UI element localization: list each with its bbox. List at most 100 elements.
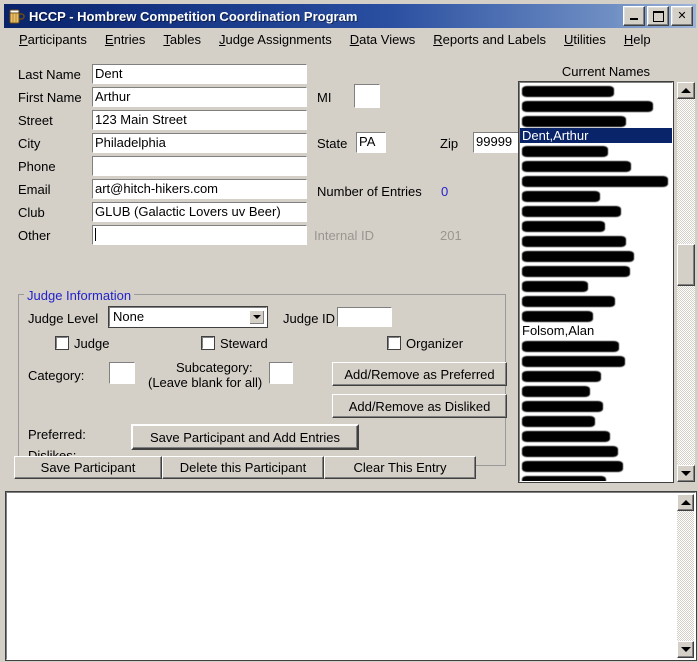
chevron-down-icon[interactable] [249,310,264,324]
participant-form: Last Name First Name Street City Phone E… [4,52,526,486]
delete-this-participant-button[interactable]: Delete this Participant [162,456,324,479]
judge-checkbox[interactable] [55,336,69,350]
names-scrollbar[interactable] [677,82,695,482]
label-category: Category: [28,368,85,383]
judge-level-select[interactable]: None [108,306,268,328]
redacted-name [522,296,615,307]
current-names-listbox[interactable]: Dent,Arthur Folsom,Alan [518,81,674,483]
redacted-name [522,116,626,127]
redacted-name [522,176,668,187]
state-input[interactable]: PA [355,131,387,154]
label-preferred: Preferred: [28,427,86,442]
category-input[interactable] [108,361,136,385]
label-steward-checkbox: Steward [220,336,268,351]
menu-item-utilities[interactable]: Utilities [555,30,615,49]
redacted-name [522,386,590,397]
window-title: HCCP - Hombrew Competition Coordination … [29,8,358,24]
redacted-name [522,446,618,457]
other-input[interactable] [91,224,308,246]
list-item[interactable] [520,218,672,233]
maximize-icon [652,10,664,22]
clear-this-entry-button[interactable]: Clear This Entry [324,456,476,479]
log-scroll-up-button[interactable] [677,494,694,511]
list-item[interactable] [520,443,672,458]
current-names-panel: Current Names Dent,Arthur Folsom,Alan [514,52,698,486]
list-item[interactable] [520,263,672,278]
menu-item-judge-assignments[interactable]: Judge Assignments [210,30,341,49]
list-item[interactable] [520,248,672,263]
menu-item-help[interactable]: Help [615,30,660,49]
club-input[interactable]: GLUB (Galactic Lovers uv Beer) [91,201,308,223]
list-item[interactable] [520,158,672,173]
label-zip: Zip [440,136,459,151]
triangle-down-icon [681,471,691,476]
list-item[interactable] [520,308,672,323]
list-item[interactable]: Folsom,Alan [520,323,672,338]
redacted-name [522,266,630,277]
list-item[interactable] [520,143,672,158]
subcategory-input[interactable] [268,361,294,385]
redacted-name [522,431,610,442]
close-button[interactable]: ✕ [671,6,693,26]
redacted-name [522,191,600,202]
names-scroll-down-button[interactable] [677,465,695,482]
menu-item-data-views[interactable]: Data Views [341,30,425,49]
names-scroll-thumb[interactable] [677,244,695,286]
list-item[interactable] [520,368,672,383]
redacted-name [522,86,614,97]
list-item[interactable] [520,203,672,218]
save-participant-and-add-entries-button[interactable]: Save Participant and Add Entries [131,424,359,450]
names-scroll-up-button[interactable] [677,82,695,99]
add-remove-disliked-button[interactable]: Add/Remove as Disliked [332,394,507,418]
minimize-icon [630,18,638,20]
log-output-pane[interactable] [5,491,697,661]
list-item[interactable] [520,458,672,473]
log-scroll-down-button[interactable] [677,641,694,658]
menu-item-reports-and-labels[interactable]: Reports and Labels [424,30,555,49]
maximize-button[interactable] [647,6,669,26]
list-item[interactable] [520,233,672,248]
redacted-name [522,206,621,217]
menu-bar: Participants Entries Tables Judge Assign… [4,28,696,50]
triangle-up-icon [680,500,691,505]
email-input[interactable]: art@hitch-hikers.com [91,178,308,200]
city-input[interactable]: Philadelphia [91,132,308,154]
menu-item-entries[interactable]: Entries [96,30,154,49]
label-last-name: Last Name [18,67,81,82]
list-item[interactable] [520,98,672,113]
menu-item-tables[interactable]: Tables [154,30,210,49]
list-item[interactable] [520,278,672,293]
minimize-button[interactable] [623,6,645,26]
list-item[interactable] [520,353,672,368]
redacted-name [522,311,593,322]
last-name-input[interactable]: Dent [91,63,308,85]
label-internal-id: Internal ID [314,228,374,243]
street-input[interactable]: 123 Main Street [91,109,308,131]
list-item[interactable]: Dent,Arthur [520,128,672,143]
menu-item-participants[interactable]: Participants [10,30,96,49]
organizer-checkbox[interactable] [387,336,401,350]
list-item[interactable] [520,113,672,128]
redacted-name [522,236,626,247]
list-item[interactable] [520,173,672,188]
list-item[interactable] [520,413,672,428]
label-other: Other [18,228,51,243]
save-participant-button[interactable]: Save Participant [14,456,162,479]
steward-checkbox[interactable] [201,336,215,350]
list-item[interactable] [520,473,672,481]
redacted-name [522,101,653,112]
list-item[interactable] [520,398,672,413]
log-scrollbar[interactable] [677,494,694,658]
list-item[interactable] [520,383,672,398]
judge-id-input[interactable] [336,306,393,328]
mi-input[interactable] [353,83,381,109]
list-item[interactable] [520,83,672,98]
list-item[interactable] [520,338,672,353]
first-name-input[interactable]: Arthur [91,86,308,108]
list-item[interactable] [520,188,672,203]
list-item[interactable] [520,428,672,443]
phone-input[interactable] [91,155,308,177]
list-item[interactable] [520,293,672,308]
label-subcategory: Subcategory: [176,360,253,375]
add-remove-preferred-button[interactable]: Add/Remove as Preferred [332,362,507,386]
